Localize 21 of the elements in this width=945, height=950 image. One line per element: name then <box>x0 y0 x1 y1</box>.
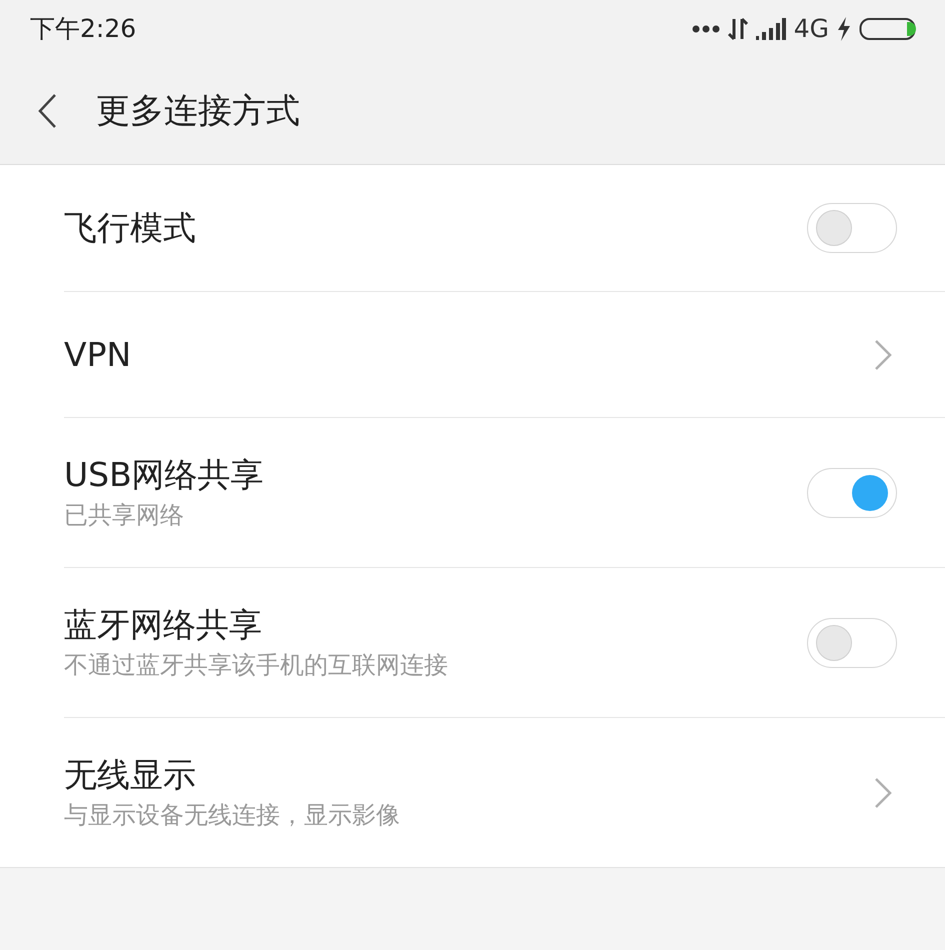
page-title: 更多连接方式 <box>96 90 300 132</box>
network-type: 4G <box>794 13 829 46</box>
status-time: 下午2:26 <box>30 13 136 46</box>
more-dots-icon <box>692 25 720 33</box>
setting-subtitle: 与显示设备无线连接，显示影像 <box>64 800 401 830</box>
charging-icon <box>837 17 851 41</box>
toggle-switch[interactable] <box>807 203 897 253</box>
data-transfer-icon <box>728 17 748 41</box>
setting-title: USB网络共享 <box>64 454 265 496</box>
setting-title: 无线显示 <box>64 754 197 796</box>
setting-subtitle: 不通过蓝牙共享该手机的互联网连接 <box>64 650 449 680</box>
toggle-switch[interactable] <box>807 618 897 668</box>
setting-subtitle: 已共享网络 <box>64 500 185 530</box>
setting-title: 蓝牙网络共享 <box>64 604 263 646</box>
chevron-right-icon <box>873 338 893 372</box>
toggle-switch[interactable] <box>807 468 897 518</box>
setting-title: VPN <box>64 334 132 376</box>
battery-icon <box>859 17 917 41</box>
setting-title: 飞行模式 <box>64 207 197 249</box>
signal-icon <box>756 18 786 40</box>
chevron-right-icon <box>873 776 893 810</box>
